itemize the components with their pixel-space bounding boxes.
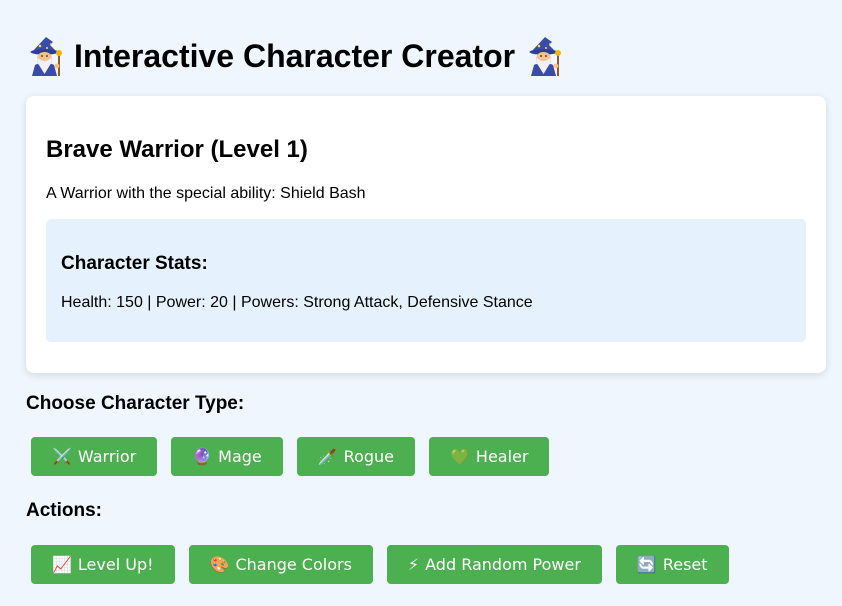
crossed-swords-icon: ⚔️	[52, 446, 72, 466]
warrior-button-label: Warrior	[77, 447, 137, 466]
wizard-icon	[525, 36, 563, 76]
rogue-button-label: Rogue	[343, 447, 394, 466]
healer-button-label: Healer	[475, 447, 529, 466]
reset-button[interactable]: 🔄 Reset	[615, 545, 729, 584]
character-description: A Warrior with the special ability: Shie…	[46, 185, 366, 202]
actions-heading: Actions:	[26, 500, 102, 521]
warrior-button[interactable]: ⚔️ Warrior	[31, 437, 158, 476]
character-type-heading: Choose Character Type:	[26, 393, 245, 414]
page-title-text: Interactive Character Creator	[74, 38, 516, 74]
mage-button[interactable]: 🔮 Mage	[171, 437, 283, 476]
crystal-ball-icon: 🔮	[192, 446, 213, 466]
refresh-icon: 🔄	[636, 554, 657, 574]
wizard-icon	[26, 36, 64, 76]
dagger-icon: 🗡️	[317, 446, 338, 466]
lightning-icon: ⚡	[407, 554, 420, 574]
chart-up-icon: 📈	[52, 554, 72, 574]
action-buttons: 📈 Level Up! 🎨 Change Colors ⚡ Add Random…	[31, 545, 729, 584]
green-heart-icon: 💚	[450, 446, 470, 466]
character-stats-panel: Character Stats: Health: 150 | Power: 20…	[46, 219, 806, 342]
add-random-power-button[interactable]: ⚡ Add Random Power	[386, 545, 602, 584]
stats-line: Health: 150 | Power: 20 | Powers: Strong…	[61, 294, 533, 311]
mage-button-label: Mage	[218, 447, 262, 466]
reset-button-label: Reset	[662, 555, 708, 574]
character-name: Brave Warrior (Level 1)	[46, 136, 308, 163]
palette-icon: 🎨	[209, 554, 230, 574]
rogue-button[interactable]: 🗡️ Rogue	[296, 437, 415, 476]
change-colors-button-label: Change Colors	[235, 555, 352, 574]
character-type-buttons: ⚔️ Warrior 🔮 Mage 🗡️ Rogue 💚 Healer	[31, 437, 550, 476]
level-up-button[interactable]: 📈 Level Up!	[31, 545, 175, 584]
change-colors-button[interactable]: 🎨 Change Colors	[188, 545, 373, 584]
page-title: Interactive Character Creator	[26, 36, 563, 76]
stats-title: Character Stats:	[61, 253, 208, 274]
character-card: Brave Warrior (Level 1) A Warrior with t…	[26, 96, 826, 373]
healer-button[interactable]: 💚 Healer	[429, 437, 550, 476]
add-random-power-button-label: Add Random Power	[425, 555, 581, 574]
level-up-button-label: Level Up!	[77, 555, 154, 574]
